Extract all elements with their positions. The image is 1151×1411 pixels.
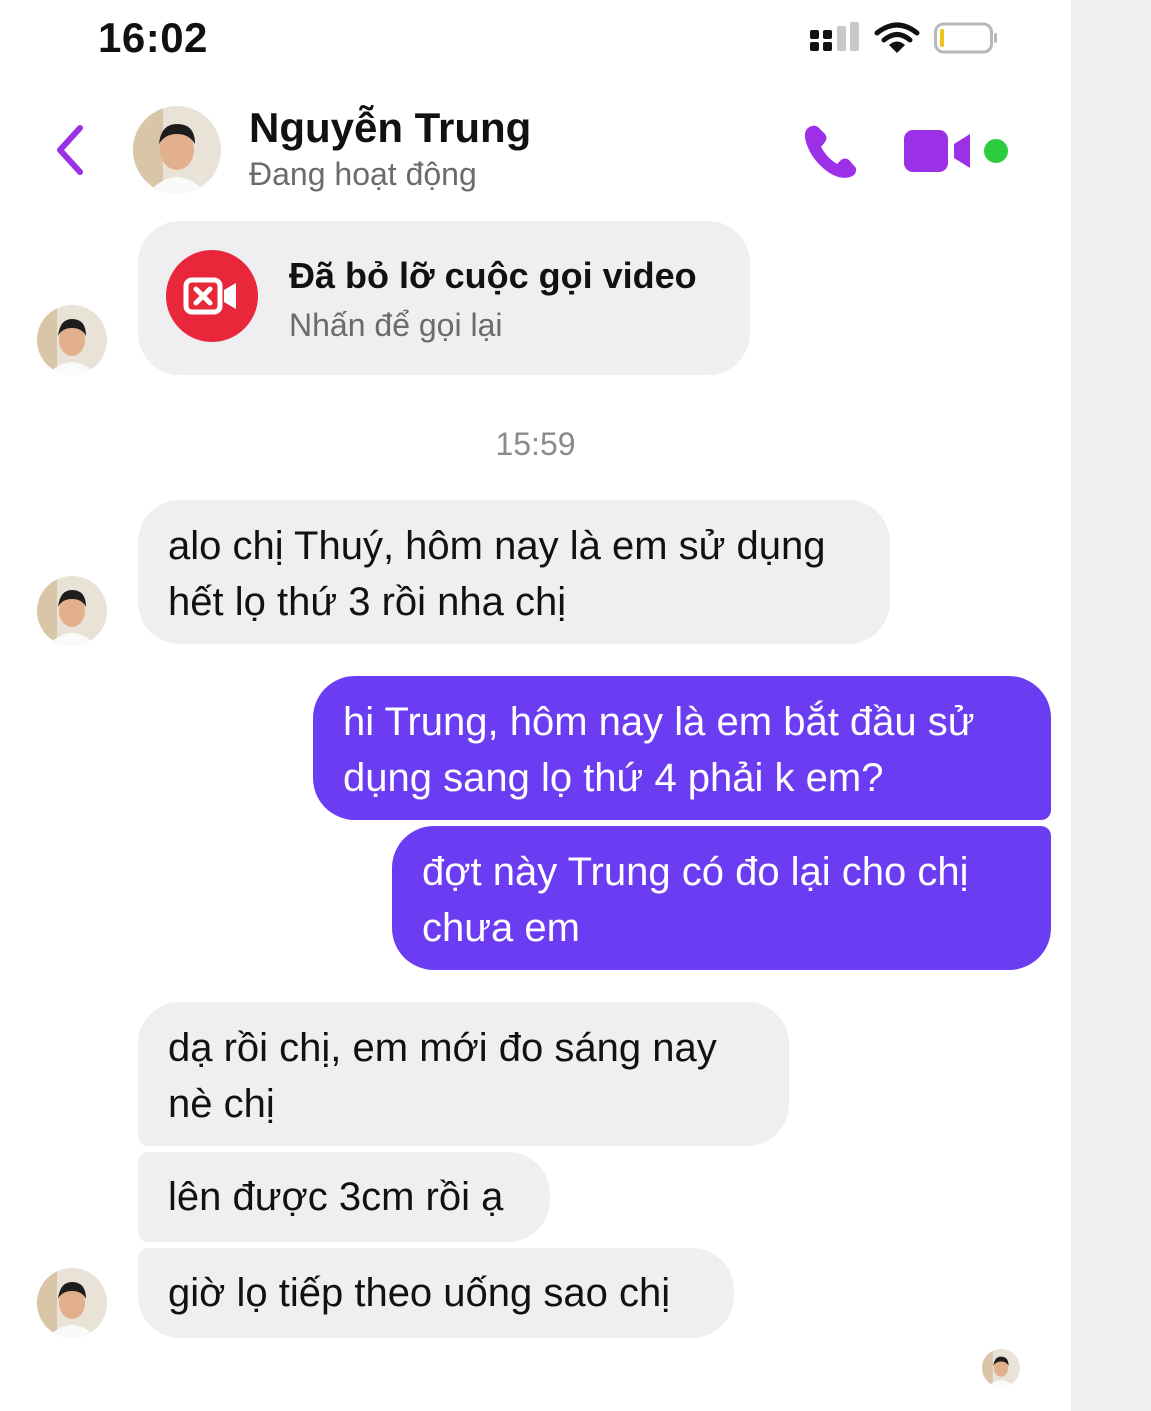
wifi-icon — [874, 22, 920, 53]
incoming-message[interactable]: giờ lọ tiếp theo uống sao chị — [138, 1248, 734, 1338]
sender-avatar[interactable] — [37, 576, 107, 646]
status-time: 16:02 — [98, 14, 208, 61]
outgoing-message[interactable]: đợt này Trung có đo lại cho chị chưa em — [392, 826, 1051, 970]
active-status-dot — [984, 139, 1008, 163]
sender-avatar[interactable] — [37, 1268, 107, 1338]
incoming-message[interactable]: lên được 3cm rồi ạ — [138, 1152, 550, 1242]
battery-icon — [934, 22, 997, 54]
video-camera-icon[interactable] — [902, 126, 974, 176]
phone-icon[interactable] — [800, 120, 862, 182]
incoming-message[interactable]: alo chị Thuý, hôm nay là em sử dụng hết … — [138, 500, 890, 644]
side-panel-edge — [1071, 0, 1151, 1411]
outgoing-message[interactable]: hi Trung, hôm nay là em bắt đầu sử dụng … — [313, 676, 1051, 820]
sender-avatar[interactable] — [37, 305, 107, 375]
contact-name: Nguyễn Trung — [249, 104, 532, 151]
signal-icon — [810, 22, 859, 51]
incoming-message[interactable]: dạ rồi chị, em mới đo sáng nay nè chị — [138, 1002, 789, 1146]
message-timestamp: 15:59 — [495, 426, 576, 462]
contact-avatar[interactable] — [133, 106, 221, 194]
contact-status: Đang hoạt động — [249, 156, 477, 192]
missed-call-title: Đã bỏ lỡ cuộc gọi video — [289, 255, 697, 296]
back-icon[interactable] — [50, 118, 90, 182]
missed-call-subtitle: Nhấn để gọi lại — [289, 307, 503, 343]
missed-video-call-card[interactable]: Đã bỏ lỡ cuộc gọi video Nhấn để gọi lại — [138, 221, 750, 375]
missed-video-icon — [166, 250, 258, 342]
seen-avatar — [982, 1349, 1020, 1387]
